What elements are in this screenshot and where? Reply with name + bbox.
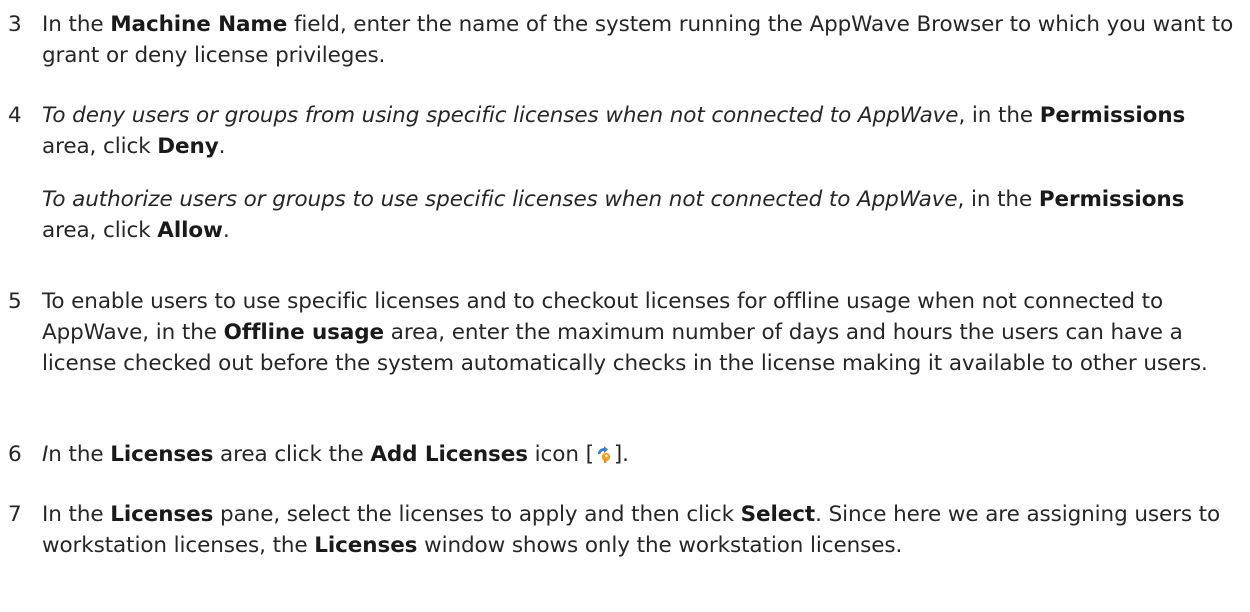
step-number: 4 — [8, 103, 22, 128]
step-text: pane, select the licenses to apply and t… — [213, 502, 741, 527]
step-body: To enable users to use specific licenses… — [42, 286, 1242, 379]
ui-term-allow: Allow — [157, 218, 223, 243]
ui-term-add-licenses: Add Licenses — [370, 442, 528, 467]
step-body: In the Licenses pane, select the license… — [42, 499, 1242, 561]
step-text: icon [ — [527, 442, 594, 467]
step-text: In the — [42, 502, 111, 527]
step-body: In the Licenses area click the Add Licen… — [42, 439, 1242, 470]
step-condition: To deny users or groups from using speci… — [42, 103, 959, 128]
step-number: 6 — [8, 442, 22, 467]
ui-term-select: Select — [740, 502, 816, 527]
step-body: In the Machine Name field, enter the nam… — [42, 9, 1242, 71]
step-body: To deny users or groups from using speci… — [42, 100, 1242, 246]
step-condition: To authorize users or groups to use spec… — [42, 187, 958, 212]
step-text: window shows only the workstation licens… — [417, 533, 903, 558]
ui-term-offline-usage: Offline usage — [223, 320, 385, 345]
ui-term-machine-name: Machine Name — [110, 12, 288, 37]
step-text: , in the — [958, 103, 1040, 128]
step-paragraph: In the Machine Name field, enter the nam… — [42, 9, 1242, 71]
step-text: ]. — [613, 442, 629, 467]
step-text: n the — [48, 442, 111, 467]
ui-term-permissions: Permissions — [1038, 187, 1185, 212]
step-number: 3 — [8, 12, 22, 37]
step-paragraph: In the Licenses area click the Add Licen… — [42, 439, 1242, 470]
step-text: . — [222, 218, 230, 243]
ui-term-deny: Deny — [157, 134, 219, 159]
step-paragraph-alt: To authorize users or groups to use spec… — [42, 184, 1242, 246]
add-licenses-icon — [595, 441, 613, 463]
ui-term-permissions: Permissions — [1039, 103, 1186, 128]
step-text: area click the — [213, 442, 371, 467]
step-paragraph: In the Licenses pane, select the license… — [42, 499, 1242, 561]
step-number: 5 — [8, 289, 22, 314]
ui-term-licenses: Licenses — [110, 442, 214, 467]
step-text: . — [218, 134, 226, 159]
step-text: area, click — [42, 134, 158, 159]
step-number: 7 — [8, 502, 22, 527]
step-text: area, click — [42, 218, 158, 243]
ui-term-licenses: Licenses — [314, 533, 418, 558]
step-paragraph: To deny users or groups from using speci… — [42, 100, 1242, 162]
step-text: , in the — [957, 187, 1039, 212]
ui-term-licenses: Licenses — [110, 502, 214, 527]
step-paragraph: To enable users to use specific licenses… — [42, 286, 1242, 379]
step-text: In the — [42, 12, 111, 37]
